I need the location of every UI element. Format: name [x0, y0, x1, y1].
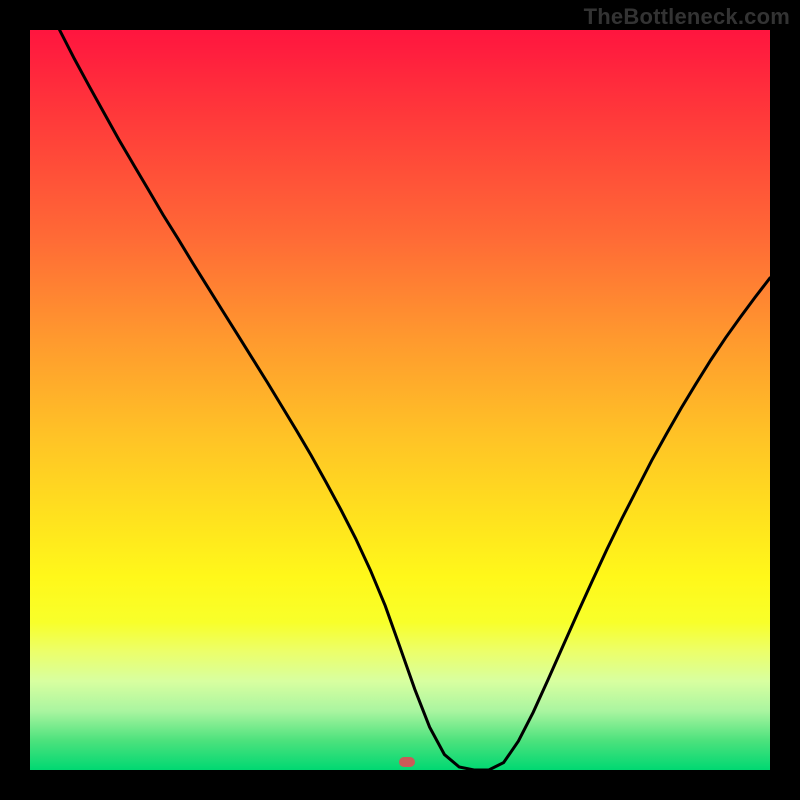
- chart-stage: TheBottleneck.com: [0, 0, 800, 800]
- minimum-marker: [399, 757, 415, 767]
- watermark-text: TheBottleneck.com: [584, 4, 790, 30]
- bottleneck-curve: [30, 30, 770, 770]
- bottleneck-curve-path: [30, 0, 770, 770]
